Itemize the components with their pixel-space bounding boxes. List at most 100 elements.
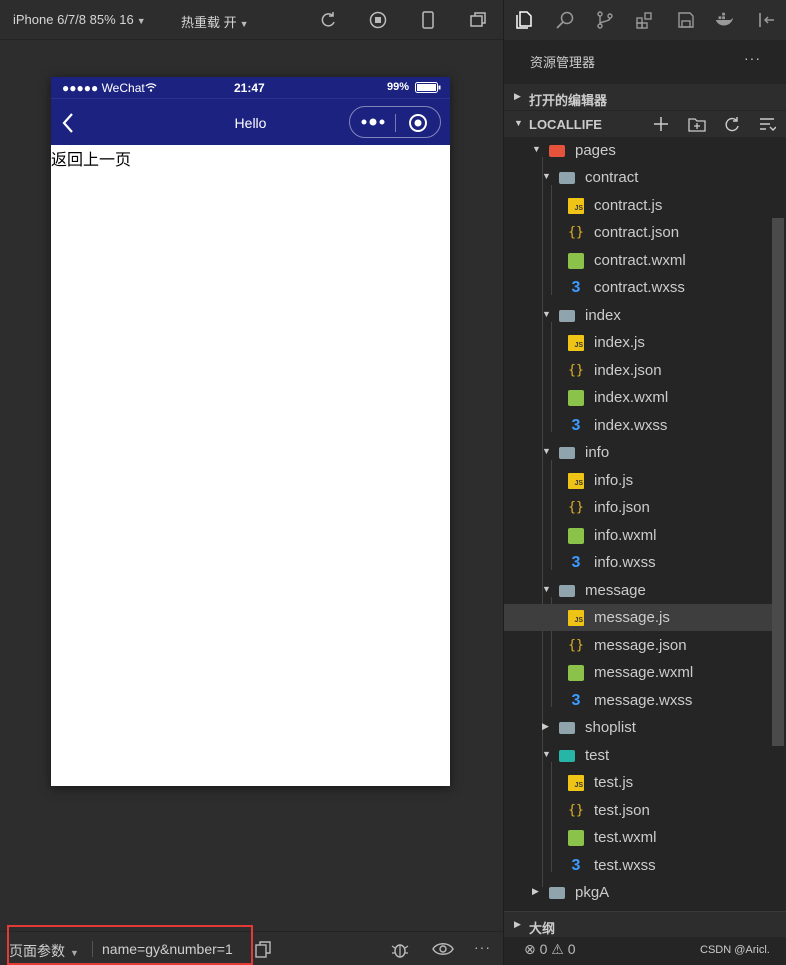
tree-file[interactable]: {} test.json (504, 797, 774, 824)
tree-file[interactable]: contract.wxml (504, 247, 774, 274)
tree-file[interactable]: JS test.js (504, 769, 774, 796)
tree-file[interactable]: test.wxml (504, 824, 774, 851)
more-icon[interactable]: ··· (474, 939, 491, 955)
project-label: LOCALLIFE (529, 117, 602, 132)
chevron-down-icon[interactable]: ▼ (532, 144, 541, 154)
chevron-right-icon[interactable]: ▶ (532, 886, 539, 897)
problems-count[interactable]: ⊗ 0 ⚠ 0 (524, 941, 576, 958)
js-file-icon: JS (568, 473, 584, 489)
tree-item-label: pkgA (575, 884, 610, 901)
status-bar: ⊗ 0 ⚠ 0 CSDN @Aricl. (504, 937, 786, 965)
tree-file[interactable]: 3 contract.wxss (504, 274, 774, 301)
caret-down-icon: ▼ (136, 16, 146, 26)
json-file-icon: {} (568, 638, 584, 653)
tree-file[interactable]: info.wxml (504, 522, 774, 549)
phone-icon[interactable] (418, 10, 438, 30)
tree-item-label: contract.wxss (594, 279, 685, 296)
tree-file[interactable]: index.wxml (504, 384, 774, 411)
status-time: 21:47 (234, 81, 265, 95)
tree-file[interactable]: JS index.js (504, 329, 774, 356)
extensions-icon[interactable] (635, 10, 655, 30)
chevron-down-icon[interactable]: ▼ (542, 446, 551, 456)
tree-folder[interactable]: ▼ info (504, 439, 774, 466)
folder-icon (559, 172, 575, 184)
chevron-right-icon: ▶ (514, 919, 521, 929)
battery-icon (415, 82, 441, 93)
explorer-title: 资源管理器 (530, 55, 596, 70)
collapse-icon[interactable] (757, 10, 777, 30)
navigation-bar: Hello (51, 98, 450, 145)
tree-file[interactable]: 3 index.wxss (504, 412, 774, 439)
device-select[interactable]: iPhone 6/7/8 85% 16 ▼ (13, 12, 146, 27)
search-icon[interactable] (555, 10, 575, 30)
folder-icon (559, 722, 575, 734)
tree-file[interactable]: {} info.json (504, 494, 774, 521)
tree-folder[interactable]: ▼ pages (504, 137, 774, 164)
stop-icon[interactable] (368, 10, 388, 30)
new-file-icon[interactable] (652, 115, 670, 133)
refresh-explorer-icon[interactable] (723, 115, 741, 133)
tree-file[interactable]: JS info.js (504, 467, 774, 494)
wifi-icon (145, 83, 157, 92)
save-icon[interactable] (676, 10, 696, 30)
copy-icon[interactable] (255, 941, 271, 958)
tree-file[interactable]: {} index.json (504, 357, 774, 384)
tree-file[interactable]: message.wxml (504, 659, 774, 686)
open-editors-section[interactable]: ▶ 打开的编辑器 (504, 84, 786, 110)
tree-folder[interactable]: ▼ test (504, 742, 774, 769)
menu-capsule (349, 106, 441, 138)
window-icon[interactable] (468, 10, 488, 30)
tree-file[interactable]: 3 info.wxss (504, 549, 774, 576)
tree-folder[interactable]: ▼ message (504, 577, 774, 604)
chevron-down-icon[interactable]: ▼ (542, 749, 551, 759)
explorer-more-icon[interactable]: ··· (744, 50, 761, 66)
tree-scrollbar[interactable] (772, 218, 784, 746)
tree-file[interactable]: 3 message.wxss (504, 687, 774, 714)
wxss-file-icon: 3 (571, 279, 581, 296)
tree-file[interactable]: {} message.json (504, 632, 774, 659)
eye-icon[interactable] (432, 941, 454, 957)
json-file-icon: {} (568, 225, 584, 240)
js-file-icon: JS (568, 775, 584, 791)
chevron-down-icon[interactable]: ▼ (542, 584, 551, 594)
tree-folder[interactable]: ▼ contract (504, 164, 774, 191)
tree-item-label: info.js (594, 472, 634, 489)
tree-file[interactable]: JS message.js (504, 604, 774, 631)
tree-folder[interactable]: ▼ index (504, 302, 774, 329)
json-file-icon: {} (568, 803, 584, 818)
test-folder-icon (559, 750, 575, 762)
tree-item-label: contract (585, 169, 639, 186)
tree-file[interactable]: JS contract.js (504, 192, 774, 219)
bug-icon[interactable] (390, 940, 410, 960)
tree-item-label: test.wxss (594, 857, 656, 874)
js-file-icon: JS (568, 610, 584, 626)
chevron-down-icon[interactable]: ▼ (542, 309, 551, 319)
tree-folder[interactable]: ▶ shoplist (504, 714, 774, 741)
project-section[interactable]: ▼ LOCALLIFE (504, 111, 786, 137)
collapse-all-icon[interactable] (758, 115, 776, 133)
tree-item-label: test.json (594, 802, 650, 819)
back-link[interactable]: 返回上一页 (51, 146, 131, 170)
tree-item-label: index.wxml (594, 389, 669, 406)
page-params-bar: 页面参数 ▼ name=gy&number=1 ··· (0, 925, 503, 965)
more-dots-icon[interactable] (360, 117, 386, 127)
wxml-file-icon (568, 528, 584, 544)
files-icon[interactable] (514, 10, 534, 30)
params-dropdown[interactable]: 页面参数 ▼ (9, 941, 79, 961)
refresh-icon[interactable] (318, 10, 338, 30)
hot-reload-toggle[interactable]: 热重载 开 ▼ (181, 12, 249, 31)
params-value[interactable]: name=gy&number=1 (102, 941, 233, 957)
new-folder-icon[interactable] (688, 115, 706, 133)
tree-file[interactable]: 3 test.wxss (504, 852, 774, 879)
outline-section[interactable]: ▶ 大纲 (504, 911, 786, 937)
caret-down-icon: ▼ (239, 19, 249, 29)
chevron-down-icon[interactable]: ▼ (542, 171, 551, 181)
source-control-icon[interactable] (595, 10, 615, 30)
chevron-right-icon[interactable]: ▶ (542, 721, 549, 732)
docker-icon[interactable] (714, 10, 734, 30)
tree-folder[interactable]: ▶ pkgA (504, 879, 774, 906)
tree-item-label: info (585, 444, 610, 461)
pages-folder-icon (549, 145, 565, 157)
tree-file[interactable]: {} contract.json (504, 219, 774, 246)
close-circle-icon[interactable] (408, 113, 428, 133)
